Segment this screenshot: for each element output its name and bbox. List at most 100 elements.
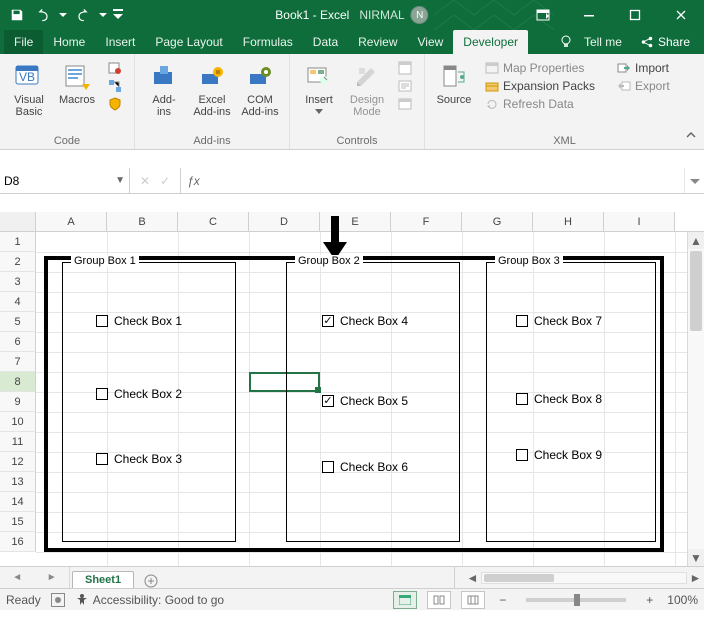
row-5[interactable]: 5 xyxy=(0,312,36,332)
minimize-button[interactable] xyxy=(566,0,612,30)
checkbox-4-box[interactable] xyxy=(322,315,334,327)
row-10[interactable]: 10 xyxy=(0,412,36,432)
col-F[interactable]: F xyxy=(391,212,462,231)
sheet-divider[interactable] xyxy=(454,567,464,588)
checkbox-7-box[interactable] xyxy=(516,315,528,327)
col-C[interactable]: C xyxy=(178,212,249,231)
checkbox-2-box[interactable] xyxy=(96,388,108,400)
refresh-data-button[interactable]: Refresh Data xyxy=(483,96,605,112)
name-box[interactable]: ▼ xyxy=(0,168,130,193)
redo-icon[interactable] xyxy=(72,4,94,26)
tab-home[interactable]: Home xyxy=(43,30,95,54)
name-box-input[interactable] xyxy=(4,174,125,188)
row-6[interactable]: 6 xyxy=(0,332,36,352)
row-9[interactable]: 9 xyxy=(0,392,36,412)
add-sheet-button[interactable] xyxy=(140,574,162,588)
horizontal-scrollbar[interactable]: ◄ ► xyxy=(464,567,704,588)
name-box-dropdown-icon[interactable]: ▼ xyxy=(115,175,125,186)
tab-view[interactable]: View xyxy=(408,30,454,54)
save-icon[interactable] xyxy=(6,4,28,26)
checkbox-8[interactable]: Check Box 8 xyxy=(516,392,602,406)
sheet-tab-1[interactable]: Sheet1 xyxy=(72,571,134,588)
com-addins-button[interactable]: COM Add-ins xyxy=(237,58,283,120)
sheet-nav-prev-icon[interactable]: ◄ xyxy=(12,572,22,583)
zoom-level[interactable]: 100% xyxy=(667,593,698,607)
checkbox-6[interactable]: Check Box 6 xyxy=(322,460,408,474)
row-11[interactable]: 11 xyxy=(0,432,36,452)
scroll-down-icon[interactable]: ▼ xyxy=(688,549,704,566)
tab-review[interactable]: Review xyxy=(348,30,407,54)
checkbox-5[interactable]: Check Box 5 xyxy=(322,394,408,408)
row-16[interactable]: 16 xyxy=(0,532,36,552)
row-13[interactable]: 13 xyxy=(0,472,36,492)
tell-me-label[interactable]: Tell me xyxy=(580,35,626,49)
tab-insert[interactable]: Insert xyxy=(95,30,145,54)
qat-customize-icon[interactable] xyxy=(112,4,124,26)
expand-formula-bar-icon[interactable] xyxy=(684,168,704,193)
checkbox-3-box[interactable] xyxy=(96,453,108,465)
properties-button[interactable] xyxy=(396,60,414,76)
sheet-nav-next-icon[interactable]: ► xyxy=(47,572,57,583)
checkbox-3[interactable]: Check Box 3 xyxy=(96,452,182,466)
tab-developer[interactable]: Developer xyxy=(453,30,528,54)
vscroll-track[interactable] xyxy=(688,249,704,549)
checkbox-6-box[interactable] xyxy=(322,461,334,473)
select-all-corner[interactable] xyxy=(0,212,36,231)
checkbox-1[interactable]: Check Box 1 xyxy=(96,314,182,328)
cancel-formula-icon[interactable]: ✕ xyxy=(140,174,150,188)
row-3[interactable]: 3 xyxy=(0,272,36,292)
accessibility-status[interactable]: Accessibility: Good to go xyxy=(75,593,224,607)
checkbox-2[interactable]: Check Box 2 xyxy=(96,387,182,401)
run-dialog-button[interactable] xyxy=(396,96,414,112)
checkbox-7[interactable]: Check Box 7 xyxy=(516,314,602,328)
checkbox-1-box[interactable] xyxy=(96,315,108,327)
row-14[interactable]: 14 xyxy=(0,492,36,512)
scroll-up-icon[interactable]: ▲ xyxy=(688,232,704,249)
record-macro-button[interactable] xyxy=(106,60,124,76)
checkbox-8-box[interactable] xyxy=(516,393,528,405)
redo-dropdown-icon[interactable] xyxy=(98,4,108,26)
zoom-in-icon[interactable]: + xyxy=(642,593,657,607)
col-I[interactable]: I xyxy=(604,212,675,231)
map-properties-button[interactable]: Map Properties xyxy=(483,60,605,76)
checkbox-9-box[interactable] xyxy=(516,449,528,461)
view-page-layout-button[interactable] xyxy=(427,591,451,609)
row-1[interactable]: 1 xyxy=(0,232,36,252)
tell-me-icon[interactable] xyxy=(558,34,574,50)
checkbox-4[interactable]: Check Box 4 xyxy=(322,314,408,328)
source-button[interactable]: Source xyxy=(431,58,477,108)
avatar[interactable]: N xyxy=(411,6,429,24)
close-button[interactable] xyxy=(658,0,704,30)
row-7[interactable]: 7 xyxy=(0,352,36,372)
fx-icon[interactable]: ƒx xyxy=(181,168,206,193)
expansion-packs-button[interactable]: Expansion Packs xyxy=(483,78,605,94)
import-button[interactable]: Import xyxy=(615,60,677,76)
row-12[interactable]: 12 xyxy=(0,452,36,472)
insert-control-button[interactable]: Insert xyxy=(296,58,342,120)
row-4[interactable]: 4 xyxy=(0,292,36,312)
col-H[interactable]: H xyxy=(533,212,604,231)
tab-formulas[interactable]: Formulas xyxy=(233,30,303,54)
undo-dropdown-icon[interactable] xyxy=(58,4,68,26)
zoom-out-icon[interactable]: − xyxy=(495,593,510,607)
vertical-scrollbar[interactable]: ▲ ▼ xyxy=(687,232,704,566)
use-relative-refs-button[interactable] xyxy=(106,78,124,94)
view-code-button[interactable] xyxy=(396,78,414,94)
share-button[interactable]: Share xyxy=(632,35,698,49)
collapse-ribbon-icon[interactable] xyxy=(684,128,698,145)
col-D[interactable]: D xyxy=(249,212,320,231)
tab-data[interactable]: Data xyxy=(303,30,348,54)
tab-page-layout[interactable]: Page Layout xyxy=(145,30,232,54)
excel-addins-button[interactable]: Excel Add-ins xyxy=(189,58,235,120)
maximize-button[interactable] xyxy=(612,0,658,30)
export-button[interactable]: Export xyxy=(615,78,677,94)
row-15[interactable]: 15 xyxy=(0,512,36,532)
design-mode-button[interactable]: Design Mode xyxy=(344,58,390,120)
hscroll-right-icon[interactable]: ► xyxy=(687,571,704,585)
macros-button[interactable]: Macros xyxy=(54,58,100,108)
zoom-slider[interactable] xyxy=(526,598,626,602)
hscroll-track[interactable] xyxy=(481,572,687,584)
enter-formula-icon[interactable]: ✓ xyxy=(160,174,170,188)
vscroll-thumb[interactable] xyxy=(690,251,702,331)
checkbox-9[interactable]: Check Box 9 xyxy=(516,448,602,462)
